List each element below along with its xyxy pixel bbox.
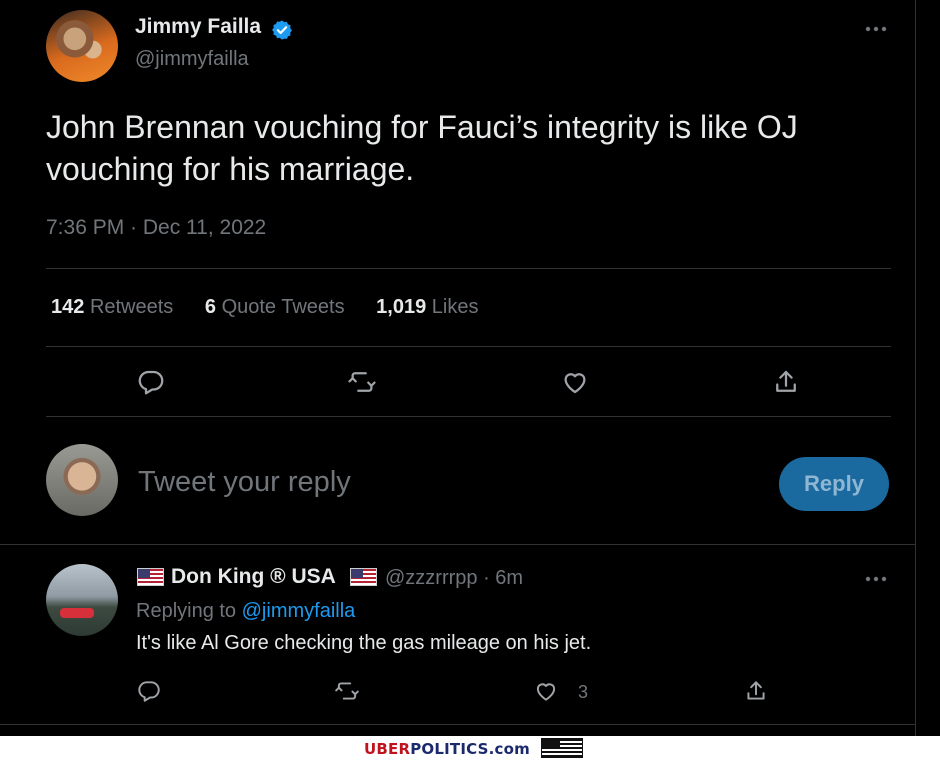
replying-prefix: Replying to [136, 600, 242, 622]
reply-button[interactable]: Reply [779, 457, 889, 511]
flag-icon [541, 738, 583, 758]
divider [46, 346, 891, 347]
stat-retweets[interactable]: 142 Retweets [51, 296, 173, 319]
tweet-timestamp[interactable]: 7:36 PM · Dec 11, 2022 [46, 216, 266, 240]
verified-badge-icon [272, 20, 292, 40]
quote-label: Quote Tweets [221, 296, 345, 318]
retweet-count: 142 [51, 296, 85, 318]
watermark-footer: UBERPOLITICS.com [0, 736, 940, 760]
brand-watermark: UBERPOLITICS.com [364, 740, 530, 758]
heart-icon[interactable] [533, 678, 559, 704]
stat-quote-tweets[interactable]: 6 Quote Tweets [205, 296, 345, 319]
us-flag-icon [137, 568, 164, 586]
tweet-stats: 142 Retweets 6 Quote Tweets 1,019 Likes [51, 296, 505, 319]
reply-icon[interactable] [136, 678, 162, 704]
us-flag-icon [350, 568, 377, 586]
divider [0, 724, 916, 725]
like-label: Likes [431, 296, 479, 318]
tweet-text: John Brennan vouching for Fauci’s integr… [46, 109, 798, 187]
author-handle[interactable]: @jimmyfailla [135, 48, 249, 71]
reply-author-name[interactable]: Don King ® USA [171, 565, 336, 589]
stat-likes[interactable]: 1,019 Likes [376, 296, 478, 319]
retweet-icon[interactable] [347, 367, 377, 397]
more-options-icon[interactable] [862, 22, 890, 36]
retweet-icon[interactable] [334, 678, 360, 704]
heart-icon[interactable] [560, 367, 590, 397]
tweet-thread-panel: Jimmy Failla @jimmyfailla John Brennan v… [0, 0, 916, 736]
reply-like-count: 3 [578, 682, 589, 702]
divider [46, 268, 891, 269]
author-avatar[interactable] [46, 10, 118, 82]
retweet-label: Retweets [89, 296, 174, 318]
replying-to-mention[interactable]: @jimmyfailla [242, 600, 356, 622]
share-icon[interactable] [771, 367, 801, 397]
brand-second: POLITICS.com [410, 740, 530, 758]
reply-input[interactable]: Tweet your reply [138, 466, 351, 499]
brand-first: UBER [364, 740, 411, 758]
reply-author-handle[interactable]: @zzzrrrpp · 6m [385, 567, 523, 590]
author-name[interactable]: Jimmy Failla [135, 15, 261, 39]
like-count: 1,019 [376, 296, 427, 318]
quote-count: 6 [204, 296, 216, 318]
reply-author-avatar[interactable] [46, 564, 118, 636]
divider [46, 416, 891, 417]
current-user-avatar[interactable] [46, 444, 118, 516]
replying-to-line: Replying to @jimmyfailla [136, 600, 355, 623]
share-icon[interactable] [743, 678, 769, 704]
reply-icon[interactable] [136, 367, 166, 397]
divider [0, 544, 916, 545]
more-options-icon[interactable] [862, 572, 890, 586]
reply-text: It's like Al Gore checking the gas milea… [136, 632, 592, 654]
